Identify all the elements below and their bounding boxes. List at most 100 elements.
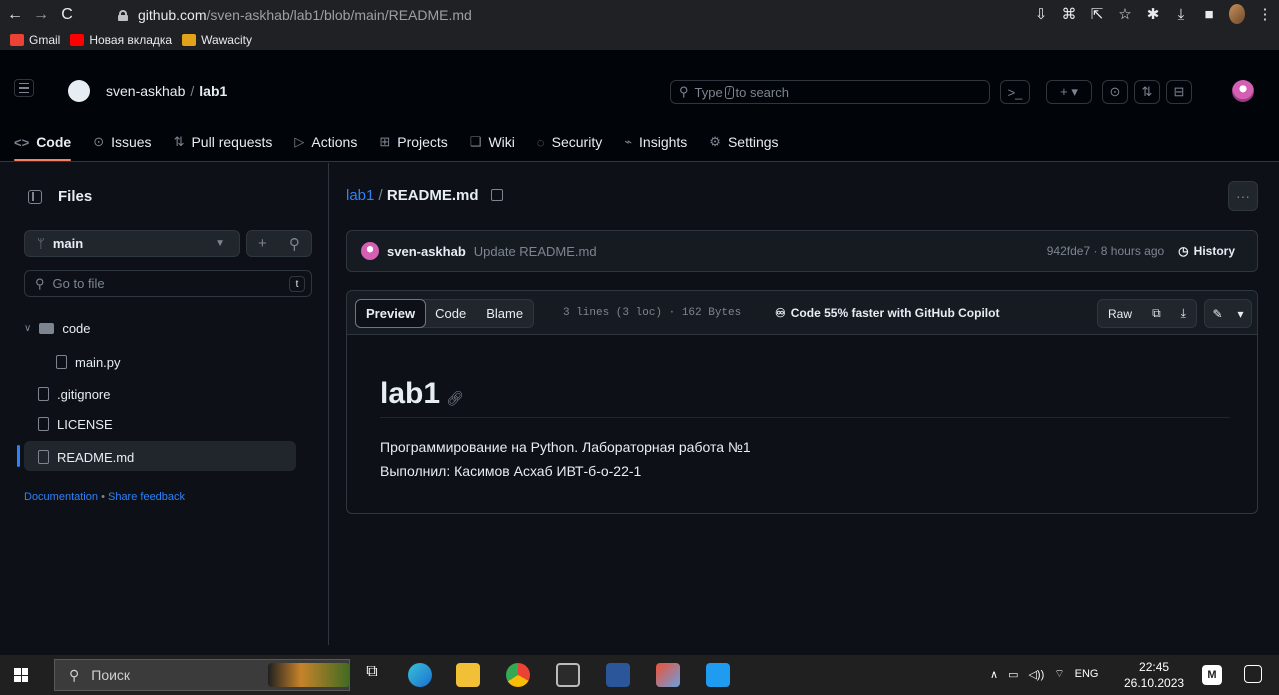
tab-actions[interactable]: ▷ Actions (294, 131, 357, 153)
tree-file-license[interactable]: LICENSE (38, 410, 113, 438)
avatar[interactable] (361, 242, 379, 260)
table-icon: ⊞ (379, 134, 391, 149)
search-input[interactable]: ⚲ Type / to search (670, 80, 990, 104)
install-icon[interactable]: ⇩ (1033, 5, 1049, 23)
documentation-link[interactable]: Documentation (24, 491, 98, 503)
user-avatar[interactable] (1232, 80, 1254, 102)
commit-message[interactable]: Update README.md (474, 244, 597, 259)
pull-requests-icon[interactable]: ⇅ (1134, 80, 1160, 104)
download-icon[interactable]: ⤓ (1181, 306, 1186, 321)
tree-folder-code[interactable]: ∨ code (24, 314, 91, 342)
menu-icon[interactable]: ⋮ (1257, 5, 1273, 23)
go-to-file-input[interactable]: ⚲ Go to file t (24, 270, 312, 297)
selection-indicator (17, 445, 20, 467)
inbox-icon[interactable]: ⊟ (1166, 80, 1192, 104)
folder-icon (39, 322, 55, 334)
pencil-icon[interactable]: ✎ (1212, 307, 1222, 321)
raw-button[interactable]: Raw (1108, 307, 1132, 321)
shortcut-key: t (289, 276, 305, 292)
tab-insights[interactable]: ⌁ Insights (624, 131, 687, 153)
edge-icon[interactable] (408, 663, 432, 687)
taskbar-clock[interactable]: 22:45 26.10.2023 (1124, 659, 1184, 691)
tab-pull-requests[interactable]: ⇅ Pull requests (174, 131, 273, 153)
bookmark-new-tab[interactable]: Новая вкладка (70, 33, 172, 47)
browser-actions: ⇩ ⌘ ⇱ ☆ ✱ ⤓ ■ ⋮ (1033, 4, 1273, 24)
bookmark-gmail[interactable]: Gmail (10, 33, 60, 47)
share-feedback-link[interactable]: Share feedback (108, 491, 185, 503)
vscode-icon[interactable] (706, 663, 730, 687)
task-view-icon[interactable]: ⧉ (360, 663, 384, 687)
translate-icon[interactable]: ⌘ (1061, 5, 1077, 23)
hamburger-icon[interactable] (14, 79, 34, 97)
git-icon[interactable] (656, 663, 680, 687)
wifi-icon[interactable]: ⌔ (1054, 667, 1064, 681)
raw-actions: Raw ⧉ ⤓ (1097, 299, 1197, 328)
word-icon[interactable] (606, 663, 630, 687)
back-icon[interactable]: ← (4, 4, 26, 26)
tab-code-view[interactable]: Code (425, 300, 476, 327)
add-file-icon[interactable]: + (258, 235, 267, 252)
star-icon[interactable]: ☆ (1117, 5, 1133, 23)
tree-file-main-py[interactable]: main.py (56, 348, 121, 376)
issues-icon[interactable]: ⊙ (1102, 80, 1128, 104)
copy-icon[interactable] (490, 189, 503, 201)
sidepanel-icon[interactable]: ■ (1201, 6, 1217, 23)
tree-file-gitignore[interactable]: .gitignore (38, 380, 110, 408)
copilot-promo[interactable]: ♾ Code 55% faster with GitHub Copilot (775, 306, 999, 320)
commit-author[interactable]: sven-askhab (387, 244, 466, 259)
code-icon: <> (14, 134, 30, 150)
share-icon[interactable]: ⇱ (1089, 5, 1105, 23)
app-tray-icon[interactable]: M (1202, 665, 1222, 685)
tab-preview[interactable]: Preview (355, 299, 427, 328)
bookmark-wawacity[interactable]: Wawacity (182, 33, 252, 47)
branch-selector[interactable]: ᛘ main ▼ (24, 230, 240, 257)
tab-security[interactable]: ◌ Security (537, 131, 602, 153)
sidebar-collapse-icon[interactable] (28, 189, 42, 204)
file-toolbar: Preview Code Blame 3 lines (3 loc) · 162… (347, 291, 1257, 335)
terminal-icon[interactable] (556, 663, 580, 687)
link-icon[interactable]: 🔗︎ (446, 390, 464, 406)
extensions-icon[interactable]: ✱ (1145, 5, 1161, 23)
chevron-up-icon[interactable]: ∧ (990, 668, 998, 681)
readme-line-2: Выполнил: Касимов Асхаб ИВТ-б-о-22-1 (380, 463, 642, 479)
system-tray: ∧ ▭ ◁)) ⌔ ENG (990, 667, 1098, 681)
tab-wiki[interactable]: ❑ Wiki (470, 131, 515, 153)
create-new-button[interactable]: + ▾ (1046, 80, 1092, 104)
tab-code[interactable]: <> Code (14, 131, 72, 161)
reload-icon[interactable]: C (56, 4, 78, 26)
repo-link[interactable]: lab1 (199, 83, 227, 99)
windows-start-icon[interactable] (14, 668, 28, 682)
download-icon[interactable]: ⤓ (1173, 6, 1189, 23)
search-icon[interactable]: ⚲ (289, 235, 300, 253)
lock-icon (118, 9, 128, 21)
clock-icon: ◷ (1178, 244, 1189, 258)
command-palette-button[interactable]: >_ (1000, 80, 1030, 104)
history-button[interactable]: ◷ History (1178, 244, 1235, 258)
notifications-icon[interactable] (1244, 665, 1262, 683)
tab-settings[interactable]: ⚙ Settings (709, 131, 778, 153)
volume-icon[interactable]: ◁)) (1028, 668, 1044, 681)
file-explorer-icon[interactable] (456, 663, 480, 687)
chrome-icon[interactable] (506, 663, 530, 687)
caret-down-icon[interactable]: ▾ (1237, 307, 1243, 321)
file-meta: 3 lines (3 loc) · 162 Bytes (563, 307, 742, 319)
file-name: README.md (386, 187, 479, 204)
edit-actions: ✎ ▾ (1204, 299, 1252, 328)
tab-issues[interactable]: ⊙ Issues (93, 131, 151, 153)
issue-icon: ⊙ (93, 134, 105, 149)
github-logo-icon[interactable] (68, 80, 90, 102)
profile-avatar[interactable] (1229, 4, 1245, 24)
more-options-button[interactable]: ··· (1228, 181, 1258, 211)
forward-icon[interactable]: → (30, 4, 52, 26)
tab-blame[interactable]: Blame (476, 300, 533, 327)
copy-raw-icon[interactable]: ⧉ (1152, 306, 1161, 321)
commit-hash-time[interactable]: 942fde7 · 8 hours ago (1047, 244, 1164, 258)
owner-link[interactable]: sven-askhab (106, 83, 185, 99)
language-indicator[interactable]: ENG (1075, 668, 1099, 680)
tab-projects[interactable]: ⊞ Projects (379, 131, 447, 153)
sidebar-tools: + ⚲ (246, 230, 312, 257)
tree-file-readme[interactable]: README.md (38, 443, 134, 471)
repo-root-link[interactable]: lab1 (346, 187, 374, 204)
latest-commit-bar: sven-askhab Update README.md 942fde7 · 8… (346, 230, 1258, 272)
battery-icon[interactable]: ▭ (1008, 668, 1018, 681)
